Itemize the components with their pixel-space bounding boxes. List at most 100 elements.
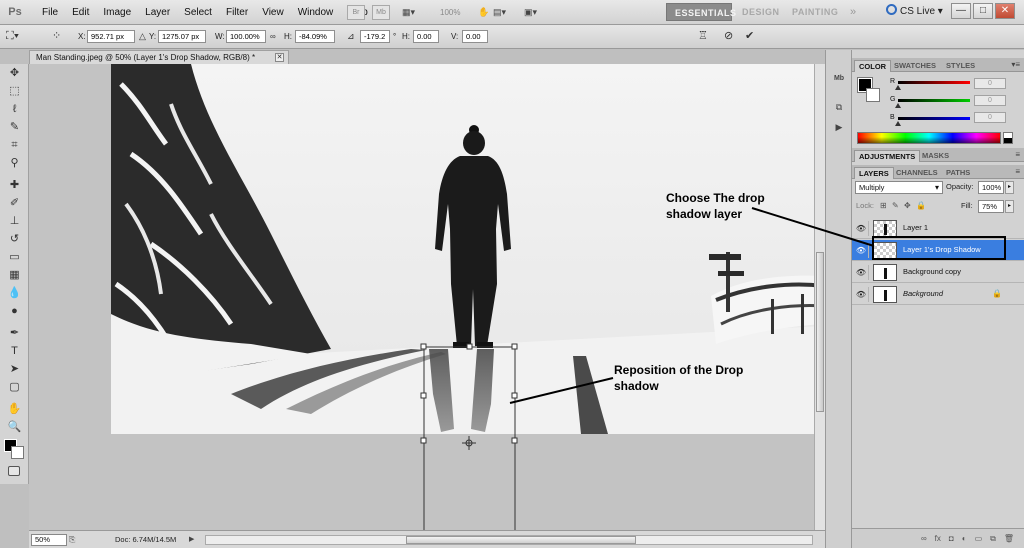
- workspace-design[interactable]: DESIGN: [734, 3, 788, 21]
- move-tool-icon[interactable]: ✥: [0, 64, 29, 82]
- visibility-eye-icon[interactable]: 👁: [854, 265, 869, 280]
- tab-adjustments[interactable]: ADJUSTMENTS: [854, 150, 921, 162]
- x-position-field[interactable]: 952.71 px: [87, 30, 135, 43]
- zoom-field[interactable]: 50%: [31, 534, 67, 546]
- cs-live-button[interactable]: CS Live ▾: [886, 4, 943, 20]
- new-group-icon[interactable]: ▭: [975, 529, 983, 548]
- lasso-tool-icon[interactable]: ℓ: [0, 100, 29, 118]
- vertical-scroll-thumb[interactable]: [816, 252, 824, 412]
- dodge-tool-icon[interactable]: ●: [0, 302, 29, 320]
- transform-tool-icon[interactable]: ⛶▾: [6, 29, 19, 44]
- opacity-field[interactable]: 100%: [978, 181, 1004, 194]
- layer-row-background[interactable]: 👁 Background 🔒: [852, 284, 1024, 305]
- v-skew-field[interactable]: 0.00: [462, 30, 488, 43]
- vertical-scrollbar[interactable]: [814, 64, 825, 530]
- cancel-transform-icon[interactable]: ⊘: [724, 29, 733, 44]
- green-slider[interactable]: [898, 99, 970, 102]
- status-menu-arrow-icon[interactable]: ▶: [189, 534, 194, 546]
- quick-selection-tool-icon[interactable]: ✎: [0, 118, 29, 136]
- zoom-level-readout[interactable]: 100%: [440, 5, 460, 20]
- minimize-button[interactable]: —: [951, 3, 971, 19]
- h-skew-field[interactable]: 0.00: [413, 30, 439, 43]
- black-white-ramp[interactable]: [1003, 132, 1013, 144]
- tab-color[interactable]: COLOR: [854, 60, 892, 72]
- crop-tool-icon[interactable]: ⌗: [0, 136, 29, 154]
- shape-tool-icon[interactable]: ▢: [0, 378, 29, 396]
- eyedropper-tool-icon[interactable]: ⚲: [0, 154, 29, 172]
- quick-mask-icon[interactable]: [8, 466, 20, 476]
- red-slider-thumb[interactable]: [895, 85, 901, 90]
- green-slider-thumb[interactable]: [895, 103, 901, 108]
- document-tab[interactable]: Man Standing.jpeg @ 50% (Layer 1's Drop …: [29, 50, 289, 64]
- tab-paths[interactable]: PATHS: [942, 167, 974, 179]
- background-color-swatch[interactable]: [11, 446, 24, 459]
- opacity-arrow-icon[interactable]: ▸: [1005, 181, 1014, 194]
- relative-position-icon[interactable]: △: [139, 29, 146, 44]
- green-value-field[interactable]: 0: [974, 95, 1006, 106]
- color-panel-background[interactable]: [866, 88, 880, 102]
- menu-edit[interactable]: Edit: [65, 0, 96, 25]
- layer-style-icon[interactable]: fx: [935, 529, 941, 548]
- pen-tool-icon[interactable]: ✒: [0, 324, 29, 342]
- height-field[interactable]: -84.09%: [295, 30, 335, 43]
- fill-field[interactable]: 75%: [978, 200, 1004, 213]
- delete-layer-icon[interactable]: 🗑: [1004, 529, 1014, 548]
- visibility-eye-icon[interactable]: 👁: [854, 243, 869, 258]
- layer-row-drop-shadow[interactable]: 👁 Layer 1's Drop Shadow: [852, 240, 1024, 261]
- blue-slider[interactable]: [898, 117, 970, 120]
- actions-icon[interactable]: ▶: [831, 120, 847, 134]
- screen-mode-icon[interactable]: ▣▾: [524, 5, 537, 20]
- healing-brush-tool-icon[interactable]: ✚: [0, 176, 29, 194]
- path-selection-tool-icon[interactable]: ➤: [0, 360, 29, 378]
- brush-tool-icon[interactable]: ✐: [0, 194, 29, 212]
- close-document-icon[interactable]: ✕: [275, 53, 284, 62]
- eraser-tool-icon[interactable]: ▭: [0, 248, 29, 266]
- tab-channels[interactable]: CHANNELS: [892, 167, 942, 179]
- blue-slider-thumb[interactable]: [895, 121, 901, 126]
- menu-file[interactable]: File: [35, 0, 65, 25]
- workspace-painting[interactable]: PAINTING: [784, 3, 846, 21]
- close-button[interactable]: ✕: [995, 3, 1015, 19]
- menu-window[interactable]: Window: [291, 0, 341, 25]
- tab-styles[interactable]: STYLES: [942, 60, 979, 72]
- commit-transform-icon[interactable]: ✔: [745, 29, 754, 44]
- tab-swatches[interactable]: SWATCHES: [890, 60, 940, 72]
- blend-mode-select[interactable]: Multiply: [855, 181, 943, 194]
- layer-row-layer-1[interactable]: 👁 Layer 1: [852, 218, 1024, 239]
- new-layer-icon[interactable]: ⧉: [990, 529, 996, 548]
- color-panel-menu-icon[interactable]: ▾≡: [1011, 60, 1020, 70]
- status-info-icon[interactable]: ⎘: [69, 534, 79, 546]
- lock-all-icon[interactable]: 🔒: [916, 201, 926, 211]
- history-brush-tool-icon[interactable]: ↺: [0, 230, 29, 248]
- add-mask-icon[interactable]: ◘: [949, 529, 954, 548]
- visibility-eye-icon[interactable]: 👁: [854, 287, 869, 302]
- history-icon[interactable]: ⧉: [831, 100, 847, 114]
- layer-row-background-copy[interactable]: 👁 Background copy: [852, 262, 1024, 283]
- minibridge-button[interactable]: Mb: [372, 5, 390, 20]
- menu-image[interactable]: Image: [96, 0, 138, 25]
- marquee-tool-icon[interactable]: ⬚: [0, 82, 29, 100]
- maximize-button[interactable]: □: [973, 3, 993, 19]
- arrange-documents-icon[interactable]: ▤▾: [493, 5, 506, 20]
- clone-stamp-tool-icon[interactable]: ⊥: [0, 212, 29, 230]
- color-spectrum-ramp[interactable]: [857, 132, 1001, 144]
- adjustments-panel-menu-icon[interactable]: ≡: [1015, 150, 1020, 160]
- link-proportions-icon[interactable]: ∞: [270, 29, 276, 44]
- link-layers-icon[interactable]: ∞: [921, 529, 927, 548]
- menu-view[interactable]: View: [255, 0, 291, 25]
- horizontal-scroll-thumb[interactable]: [406, 536, 636, 544]
- hand-tool-icon[interactable]: ✋: [478, 5, 489, 20]
- workspace-essentials[interactable]: ESSENTIALS: [666, 3, 736, 21]
- tab-layers[interactable]: LAYERS: [854, 167, 894, 179]
- tab-masks[interactable]: MASKS: [918, 150, 953, 162]
- hand-tool-icon[interactable]: ✋: [0, 400, 29, 418]
- menu-layer[interactable]: Layer: [138, 0, 177, 25]
- blue-value-field[interactable]: 0: [974, 112, 1006, 123]
- red-slider[interactable]: [898, 81, 970, 84]
- gradient-tool-icon[interactable]: ▦: [0, 266, 29, 284]
- view-extras-icon[interactable]: ▦▾: [402, 5, 415, 20]
- menu-filter[interactable]: Filter: [219, 0, 255, 25]
- workspace-more-icon[interactable]: »: [850, 3, 856, 21]
- type-tool-icon[interactable]: T: [0, 342, 29, 360]
- reference-point-icon[interactable]: ⁘: [52, 29, 61, 44]
